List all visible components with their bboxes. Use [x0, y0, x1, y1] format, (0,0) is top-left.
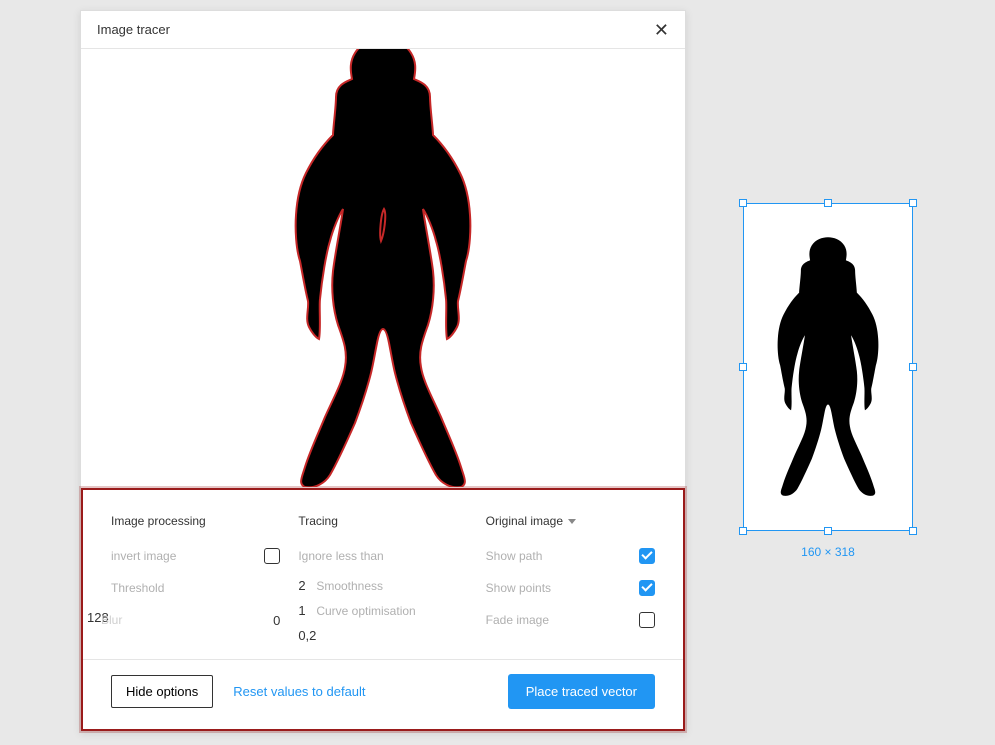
blur-value[interactable]: 0: [273, 613, 280, 628]
tracing-column: Tracing Ignore less than 2 Smoothness 1 …: [298, 514, 467, 653]
options-panel: Image processing invert image Threshold …: [81, 488, 685, 731]
resize-handle-middle-right[interactable]: [909, 363, 917, 371]
selected-image-silhouette: [753, 212, 903, 522]
show-points-label: Show points: [486, 581, 551, 595]
hide-options-button[interactable]: Hide options: [111, 675, 213, 708]
threshold-label: Threshold: [111, 581, 164, 595]
smoothness-label: Smoothness: [316, 579, 383, 593]
reset-values-link[interactable]: Reset values to default: [233, 684, 365, 699]
tracing-heading: Tracing: [298, 514, 467, 528]
place-traced-vector-button[interactable]: Place traced vector: [508, 674, 655, 709]
fade-image-label: Fade image: [486, 613, 549, 627]
display-column: Original image Show path Show points Fad…: [486, 514, 655, 653]
resize-handle-bottom-left[interactable]: [739, 527, 747, 535]
dialog-header: Image tracer ✕: [81, 11, 685, 49]
selection-dimensions: 160 × 318: [735, 545, 921, 559]
invert-image-checkbox[interactable]: [264, 548, 280, 564]
curve-optimisation-value[interactable]: 0,2: [298, 628, 326, 643]
image-processing-heading: Image processing: [111, 514, 280, 528]
resize-handle-bottom-middle[interactable]: [824, 527, 832, 535]
resize-handle-top-right[interactable]: [909, 199, 917, 207]
dialog-footer: Hide options Reset values to default Pla…: [83, 659, 683, 723]
resize-handle-top-left[interactable]: [739, 199, 747, 207]
dialog-title: Image tracer: [97, 22, 170, 37]
ignore-less-than-label: Ignore less than: [298, 549, 383, 563]
show-path-checkbox[interactable]: [639, 548, 655, 564]
close-icon[interactable]: ✕: [654, 21, 669, 39]
image-tracer-dialog: Image tracer ✕ Image processing invert i…: [80, 10, 686, 732]
ignore-less-than-value[interactable]: 2: [298, 578, 316, 593]
resize-handle-top-middle[interactable]: [824, 199, 832, 207]
resize-handle-middle-left[interactable]: [739, 363, 747, 371]
selection-box: [743, 203, 913, 531]
original-image-dropdown[interactable]: Original image: [486, 514, 576, 528]
original-image-dropdown-label: Original image: [486, 514, 563, 528]
traced-silhouette-large: [253, 49, 513, 487]
fade-image-checkbox[interactable]: [639, 612, 655, 628]
chevron-down-icon: [568, 519, 576, 524]
smoothness-value[interactable]: 1: [298, 603, 316, 618]
preview-area: [81, 49, 685, 487]
blur-label: Blur: [101, 613, 122, 627]
invert-image-label: invert image: [111, 549, 176, 563]
show-path-label: Show path: [486, 549, 543, 563]
curve-optimisation-label: Curve optimisation: [316, 604, 415, 618]
show-points-checkbox[interactable]: [639, 580, 655, 596]
image-processing-column: Image processing invert image Threshold …: [111, 514, 280, 653]
resize-handle-bottom-right[interactable]: [909, 527, 917, 535]
canvas-image-selection[interactable]: 160 × 318: [735, 195, 921, 539]
